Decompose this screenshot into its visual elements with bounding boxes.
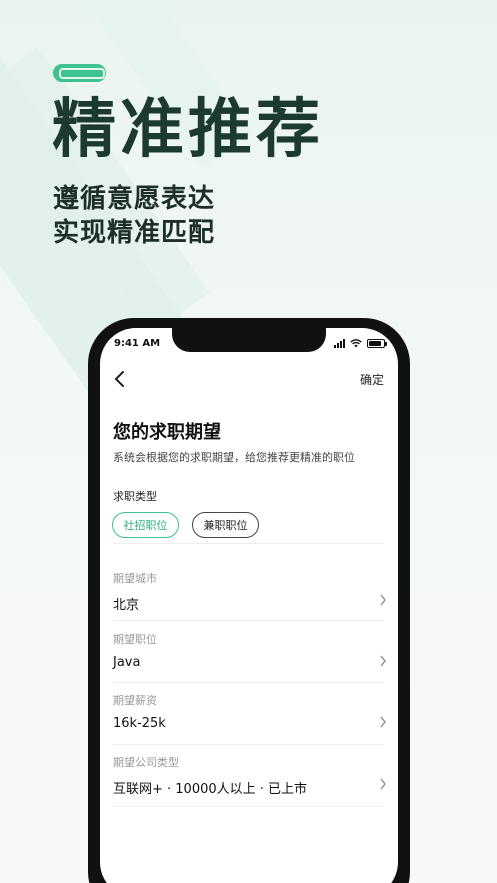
page-title: 您的求职期望: [113, 422, 221, 443]
field-expected-city[interactable]: 期望城市 北京: [113, 570, 387, 626]
field-label: 期望薪资: [113, 694, 157, 707]
chevron-right-icon: [380, 655, 386, 667]
chevron-right-icon: [380, 778, 386, 790]
back-arrow-icon[interactable]: [112, 370, 128, 388]
job-type-label: 求职类型: [113, 490, 157, 503]
field-label: 期望职位: [113, 633, 157, 646]
decorative-pill: [53, 64, 106, 82]
field-value: 16k-25k: [113, 716, 166, 731]
divider: [113, 543, 384, 544]
page-description: 系统会根据您的求职期望，给您推荐更精准的职位: [113, 451, 355, 464]
chevron-right-icon: [380, 716, 386, 728]
field-expected-position[interactable]: 期望职位 Java: [113, 631, 387, 687]
field-expected-salary[interactable]: 期望薪资 16k-25k: [113, 692, 387, 748]
promo-headline: 精准推荐: [52, 93, 324, 167]
job-type-option-fulltime[interactable]: 社招职位: [112, 512, 179, 538]
field-label: 期望城市: [113, 572, 157, 585]
promo-subline-1: 遵循意愿表达: [53, 184, 216, 214]
chevron-right-icon: [380, 594, 386, 606]
battery-icon: [367, 339, 387, 348]
field-value: 北京: [113, 598, 140, 613]
field-value: 互联网+ · 10000人以上 · 已上市: [113, 782, 308, 797]
confirm-button[interactable]: 确定: [360, 371, 384, 388]
phone-notch: [172, 326, 326, 352]
status-time: 9:41 AM: [114, 338, 161, 349]
status-icons: [334, 339, 387, 348]
divider: [113, 744, 384, 745]
wifi-icon: [350, 339, 362, 348]
divider: [113, 806, 384, 807]
field-value: Java: [113, 655, 141, 670]
job-type-option-parttime[interactable]: 兼职职位: [192, 512, 259, 538]
field-label: 期望公司类型: [113, 756, 179, 769]
divider: [113, 682, 384, 683]
field-expected-company-type[interactable]: 期望公司类型 互联网+ · 10000人以上 · 已上市: [113, 754, 387, 810]
promo-subline-2: 实现精准匹配: [53, 218, 216, 248]
divider: [113, 620, 384, 621]
signal-icon: [334, 339, 345, 348]
